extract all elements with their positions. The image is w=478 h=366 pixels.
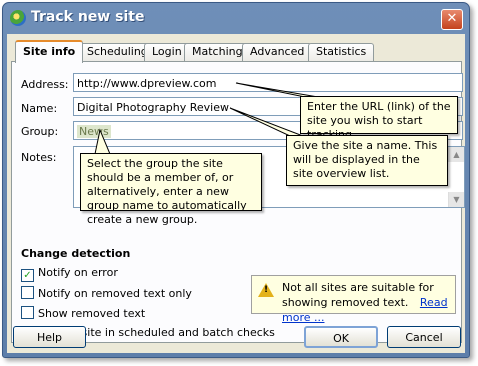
window-title: Track new site [31, 9, 145, 25]
group-label: Group: [21, 125, 59, 138]
checkbox-label: Show removed text [38, 307, 146, 320]
tab-login[interactable]: Login [144, 43, 190, 61]
group-value: News [77, 125, 111, 138]
checkbox-label: Notify on error [38, 266, 118, 279]
app-logo-icon [10, 10, 26, 26]
checkbox-label: Notify on removed text only [38, 287, 192, 300]
tab-matching[interactable]: Matching [184, 43, 251, 61]
checkbox-checked-icon: ✓ [21, 269, 34, 282]
name-label: Name: [21, 102, 58, 115]
scroll-up-icon[interactable]: ▲ [448, 147, 464, 162]
address-label: Address: [21, 78, 69, 91]
notify-on-error-checkbox[interactable]: ✓ Notify on error [21, 266, 118, 282]
removed-text-warning: ! Not all sites are suitable for showing… [251, 275, 456, 324]
warning-text: Not all sites are suitable for showing r… [282, 281, 434, 309]
tab-statistics[interactable]: Statistics [308, 43, 375, 61]
checkbox-unchecked-icon [21, 286, 34, 299]
notes-label: Notes: [21, 151, 57, 164]
checkbox-unchecked-icon [21, 306, 34, 319]
cancel-button[interactable]: Cancel [387, 326, 461, 348]
close-icon[interactable]: ✕ [441, 9, 463, 30]
show-removed-text-checkbox[interactable]: Show removed text [21, 306, 145, 320]
title-bar[interactable]: Track new site ✕ [3, 3, 469, 34]
help-button[interactable]: Help [13, 326, 86, 348]
tab-advanced[interactable]: Advanced [242, 43, 313, 61]
tab-site-info[interactable]: Site info [15, 40, 84, 63]
warning-icon: ! [258, 283, 274, 297]
ok-button[interactable]: OK [304, 326, 378, 348]
scroll-down-icon[interactable]: ▼ [448, 192, 464, 207]
notify-removed-only-checkbox[interactable]: Notify on removed text only [21, 286, 192, 300]
address-input[interactable]: http://www.dpreview.com [73, 73, 463, 92]
group-tooltip: Select the group the site should be a me… [80, 153, 262, 226]
name-tooltip: Give the site a name. This will be displ… [286, 135, 448, 186]
change-detection-heading: Change detection [21, 247, 131, 260]
address-tooltip: Enter the URL (link) of the site you wis… [300, 96, 458, 141]
